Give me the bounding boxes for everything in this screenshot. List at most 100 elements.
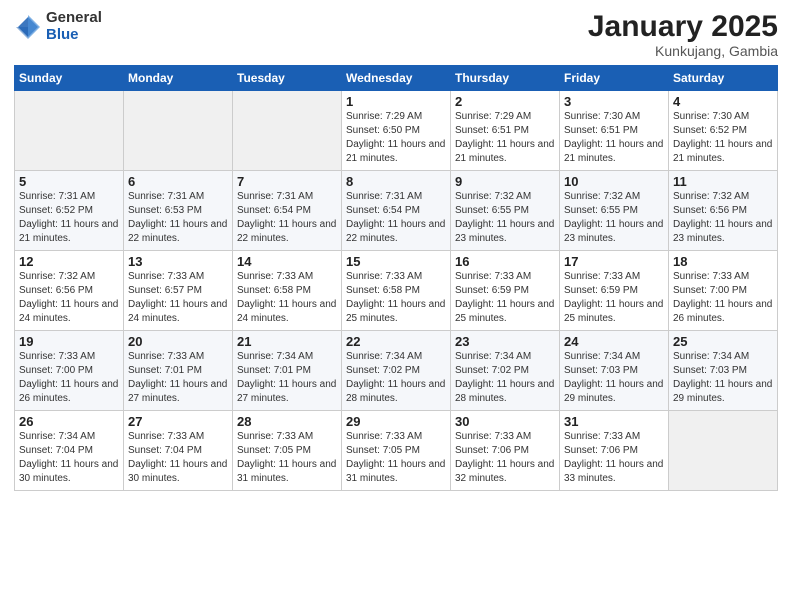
day-header-saturday: Saturday bbox=[669, 66, 778, 91]
calendar-cell: 2Sunrise: 7:29 AM Sunset: 6:51 PM Daylig… bbox=[451, 91, 560, 171]
calendar-cell: 31Sunrise: 7:33 AM Sunset: 7:06 PM Dayli… bbox=[560, 411, 669, 491]
day-number: 17 bbox=[564, 254, 664, 269]
day-number: 27 bbox=[128, 414, 228, 429]
day-number: 29 bbox=[346, 414, 446, 429]
day-header-wednesday: Wednesday bbox=[342, 66, 451, 91]
page-container: General Blue January 2025 Kunkujang, Gam… bbox=[0, 0, 792, 612]
calendar-cell: 16Sunrise: 7:33 AM Sunset: 6:59 PM Dayli… bbox=[451, 251, 560, 331]
calendar-week-0: 1Sunrise: 7:29 AM Sunset: 6:50 PM Daylig… bbox=[15, 91, 778, 171]
day-number: 20 bbox=[128, 334, 228, 349]
calendar-week-4: 26Sunrise: 7:34 AM Sunset: 7:04 PM Dayli… bbox=[15, 411, 778, 491]
title-block: January 2025 Kunkujang, Gambia bbox=[588, 10, 778, 59]
day-number: 28 bbox=[237, 414, 337, 429]
logo-icon bbox=[14, 13, 42, 41]
day-info: Sunrise: 7:33 AM Sunset: 7:04 PM Dayligh… bbox=[128, 430, 228, 486]
calendar-week-3: 19Sunrise: 7:33 AM Sunset: 7:00 PM Dayli… bbox=[15, 331, 778, 411]
calendar-cell: 11Sunrise: 7:32 AM Sunset: 6:56 PM Dayli… bbox=[669, 171, 778, 251]
day-info: Sunrise: 7:33 AM Sunset: 7:06 PM Dayligh… bbox=[455, 430, 555, 486]
day-info: Sunrise: 7:33 AM Sunset: 7:00 PM Dayligh… bbox=[673, 270, 773, 326]
day-number: 19 bbox=[19, 334, 119, 349]
calendar-cell: 20Sunrise: 7:33 AM Sunset: 7:01 PM Dayli… bbox=[124, 331, 233, 411]
day-info: Sunrise: 7:33 AM Sunset: 6:58 PM Dayligh… bbox=[237, 270, 337, 326]
calendar-cell: 5Sunrise: 7:31 AM Sunset: 6:52 PM Daylig… bbox=[15, 171, 124, 251]
day-number: 13 bbox=[128, 254, 228, 269]
day-header-tuesday: Tuesday bbox=[233, 66, 342, 91]
logo-text: General Blue bbox=[46, 10, 102, 43]
day-info: Sunrise: 7:33 AM Sunset: 6:59 PM Dayligh… bbox=[564, 270, 664, 326]
day-info: Sunrise: 7:29 AM Sunset: 6:50 PM Dayligh… bbox=[346, 110, 446, 166]
calendar-cell: 30Sunrise: 7:33 AM Sunset: 7:06 PM Dayli… bbox=[451, 411, 560, 491]
day-number: 12 bbox=[19, 254, 119, 269]
calendar-cell: 26Sunrise: 7:34 AM Sunset: 7:04 PM Dayli… bbox=[15, 411, 124, 491]
calendar-cell: 14Sunrise: 7:33 AM Sunset: 6:58 PM Dayli… bbox=[233, 251, 342, 331]
day-info: Sunrise: 7:34 AM Sunset: 7:02 PM Dayligh… bbox=[346, 350, 446, 406]
day-info: Sunrise: 7:33 AM Sunset: 7:01 PM Dayligh… bbox=[128, 350, 228, 406]
day-info: Sunrise: 7:33 AM Sunset: 7:00 PM Dayligh… bbox=[19, 350, 119, 406]
calendar-cell: 25Sunrise: 7:34 AM Sunset: 7:03 PM Dayli… bbox=[669, 331, 778, 411]
calendar-cell: 15Sunrise: 7:33 AM Sunset: 6:58 PM Dayli… bbox=[342, 251, 451, 331]
day-info: Sunrise: 7:32 AM Sunset: 6:56 PM Dayligh… bbox=[673, 190, 773, 246]
calendar-cell: 22Sunrise: 7:34 AM Sunset: 7:02 PM Dayli… bbox=[342, 331, 451, 411]
calendar-cell: 21Sunrise: 7:34 AM Sunset: 7:01 PM Dayli… bbox=[233, 331, 342, 411]
day-number: 7 bbox=[237, 174, 337, 189]
calendar-cell bbox=[233, 91, 342, 171]
day-number: 6 bbox=[128, 174, 228, 189]
day-number: 30 bbox=[455, 414, 555, 429]
logo: General Blue bbox=[14, 10, 102, 43]
logo-general-text: General bbox=[46, 10, 102, 27]
day-info: Sunrise: 7:34 AM Sunset: 7:03 PM Dayligh… bbox=[564, 350, 664, 406]
calendar-cell: 3Sunrise: 7:30 AM Sunset: 6:51 PM Daylig… bbox=[560, 91, 669, 171]
day-header-sunday: Sunday bbox=[15, 66, 124, 91]
day-info: Sunrise: 7:33 AM Sunset: 7:05 PM Dayligh… bbox=[237, 430, 337, 486]
day-info: Sunrise: 7:34 AM Sunset: 7:04 PM Dayligh… bbox=[19, 430, 119, 486]
day-info: Sunrise: 7:31 AM Sunset: 6:54 PM Dayligh… bbox=[237, 190, 337, 246]
calendar-subtitle: Kunkujang, Gambia bbox=[588, 43, 778, 59]
calendar-cell: 17Sunrise: 7:33 AM Sunset: 6:59 PM Dayli… bbox=[560, 251, 669, 331]
day-info: Sunrise: 7:31 AM Sunset: 6:54 PM Dayligh… bbox=[346, 190, 446, 246]
calendar-cell: 8Sunrise: 7:31 AM Sunset: 6:54 PM Daylig… bbox=[342, 171, 451, 251]
calendar-cell: 13Sunrise: 7:33 AM Sunset: 6:57 PM Dayli… bbox=[124, 251, 233, 331]
calendar-cell: 4Sunrise: 7:30 AM Sunset: 6:52 PM Daylig… bbox=[669, 91, 778, 171]
day-info: Sunrise: 7:32 AM Sunset: 6:55 PM Dayligh… bbox=[564, 190, 664, 246]
day-number: 10 bbox=[564, 174, 664, 189]
calendar-cell: 18Sunrise: 7:33 AM Sunset: 7:00 PM Dayli… bbox=[669, 251, 778, 331]
calendar-week-1: 5Sunrise: 7:31 AM Sunset: 6:52 PM Daylig… bbox=[15, 171, 778, 251]
day-number: 15 bbox=[346, 254, 446, 269]
day-info: Sunrise: 7:34 AM Sunset: 7:01 PM Dayligh… bbox=[237, 350, 337, 406]
day-header-friday: Friday bbox=[560, 66, 669, 91]
day-info: Sunrise: 7:30 AM Sunset: 6:52 PM Dayligh… bbox=[673, 110, 773, 166]
calendar-cell: 6Sunrise: 7:31 AM Sunset: 6:53 PM Daylig… bbox=[124, 171, 233, 251]
calendar-cell bbox=[669, 411, 778, 491]
day-number: 26 bbox=[19, 414, 119, 429]
calendar-title: January 2025 bbox=[588, 10, 778, 43]
header: General Blue January 2025 Kunkujang, Gam… bbox=[14, 10, 778, 59]
calendar-cell: 12Sunrise: 7:32 AM Sunset: 6:56 PM Dayli… bbox=[15, 251, 124, 331]
day-number: 16 bbox=[455, 254, 555, 269]
day-number: 24 bbox=[564, 334, 664, 349]
day-number: 18 bbox=[673, 254, 773, 269]
calendar-cell: 9Sunrise: 7:32 AM Sunset: 6:55 PM Daylig… bbox=[451, 171, 560, 251]
day-header-monday: Monday bbox=[124, 66, 233, 91]
day-header-thursday: Thursday bbox=[451, 66, 560, 91]
day-info: Sunrise: 7:33 AM Sunset: 6:57 PM Dayligh… bbox=[128, 270, 228, 326]
day-info: Sunrise: 7:33 AM Sunset: 6:58 PM Dayligh… bbox=[346, 270, 446, 326]
logo-blue-text: Blue bbox=[46, 27, 102, 44]
day-info: Sunrise: 7:34 AM Sunset: 7:03 PM Dayligh… bbox=[673, 350, 773, 406]
calendar-cell: 24Sunrise: 7:34 AM Sunset: 7:03 PM Dayli… bbox=[560, 331, 669, 411]
day-number: 21 bbox=[237, 334, 337, 349]
day-number: 25 bbox=[673, 334, 773, 349]
day-number: 8 bbox=[346, 174, 446, 189]
calendar-cell bbox=[15, 91, 124, 171]
calendar-cell: 7Sunrise: 7:31 AM Sunset: 6:54 PM Daylig… bbox=[233, 171, 342, 251]
day-number: 1 bbox=[346, 94, 446, 109]
day-info: Sunrise: 7:31 AM Sunset: 6:52 PM Dayligh… bbox=[19, 190, 119, 246]
calendar-cell: 29Sunrise: 7:33 AM Sunset: 7:05 PM Dayli… bbox=[342, 411, 451, 491]
calendar-cell: 27Sunrise: 7:33 AM Sunset: 7:04 PM Dayli… bbox=[124, 411, 233, 491]
day-number: 11 bbox=[673, 174, 773, 189]
day-number: 4 bbox=[673, 94, 773, 109]
day-info: Sunrise: 7:31 AM Sunset: 6:53 PM Dayligh… bbox=[128, 190, 228, 246]
day-number: 5 bbox=[19, 174, 119, 189]
day-number: 2 bbox=[455, 94, 555, 109]
day-number: 23 bbox=[455, 334, 555, 349]
day-info: Sunrise: 7:29 AM Sunset: 6:51 PM Dayligh… bbox=[455, 110, 555, 166]
